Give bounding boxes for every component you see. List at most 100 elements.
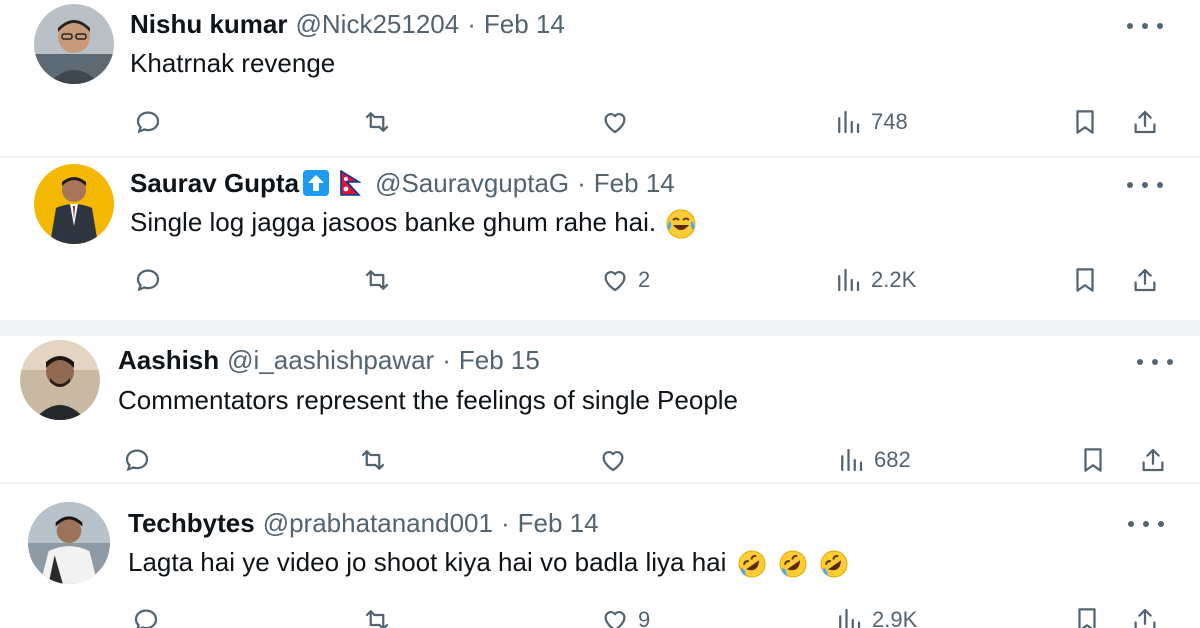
- post-header: Aashish @i_aashishpawar · Feb 15: [118, 345, 540, 375]
- post-card[interactable]: Techbytes @prabhatanand001 · Feb 14 Lagt…: [0, 484, 1200, 628]
- post-date[interactable]: Feb 15: [459, 345, 540, 375]
- views-button[interactable]: 2.9K: [834, 600, 917, 628]
- post-text-content: Lagta hai ye video jo shoot kiya hai vo …: [128, 547, 727, 577]
- author-handle[interactable]: @SauravguptaG: [375, 168, 569, 198]
- reply-icon: [136, 111, 160, 134]
- bookmark-button[interactable]: [1070, 102, 1100, 142]
- views-icon: [841, 448, 863, 472]
- avatar[interactable]: [34, 4, 114, 84]
- more-icon[interactable]: [1127, 175, 1163, 195]
- like-count: 2: [638, 267, 651, 292]
- heart-icon: [602, 451, 624, 472]
- reply-icon: [136, 269, 160, 292]
- avatar[interactable]: [28, 502, 110, 584]
- divider: [0, 320, 1200, 336]
- repost-button[interactable]: [362, 600, 392, 628]
- post-date[interactable]: Feb 14: [518, 508, 599, 538]
- like-button[interactable]: [598, 440, 636, 480]
- repost-button[interactable]: [358, 440, 388, 480]
- avatar-image: [34, 164, 114, 244]
- views-button[interactable]: 748: [833, 102, 908, 142]
- bookmark-icon: [1076, 110, 1094, 134]
- heart-icon: [604, 611, 626, 628]
- repost-icon: [365, 112, 389, 132]
- author-name[interactable]: Aashish: [118, 345, 219, 375]
- reply-button[interactable]: [122, 440, 152, 480]
- views-button[interactable]: 2.2K: [833, 260, 916, 300]
- views-button[interactable]: 682: [836, 440, 911, 480]
- post-date[interactable]: Feb 14: [594, 168, 675, 198]
- bookmark-icon: [1078, 608, 1096, 628]
- nepal-flag-icon: [339, 170, 362, 196]
- views-icon: [838, 110, 860, 134]
- share-button[interactable]: [1130, 102, 1160, 142]
- share-button[interactable]: [1130, 260, 1160, 300]
- action-bar: 748: [0, 102, 1200, 142]
- author-name[interactable]: Techbytes: [128, 508, 255, 538]
- reply-icon: [134, 609, 158, 628]
- action-bar: 682: [0, 440, 1200, 480]
- repost-button[interactable]: [362, 102, 392, 142]
- share-button[interactable]: [1130, 600, 1160, 628]
- like-button[interactable]: 2: [600, 260, 650, 300]
- views-count: 2.2K: [871, 267, 917, 292]
- separator: ·: [577, 168, 586, 198]
- share-icon: [1134, 110, 1156, 134]
- action-bar: 9 2.9K: [0, 600, 1200, 628]
- post-header: Saurav Gupta @SauravguptaG · Feb 14: [130, 168, 675, 198]
- author-name[interactable]: Saurav Gupta: [130, 168, 299, 198]
- action-bar: 2 2.2K: [0, 260, 1200, 300]
- more-icon[interactable]: [1127, 16, 1163, 36]
- heart-icon: [604, 271, 626, 292]
- author-handle[interactable]: @Nick251204: [296, 9, 460, 39]
- rolling-on-floor-laughing-icon: [818, 548, 850, 580]
- reply-button[interactable]: [133, 102, 163, 142]
- heart-icon: [604, 113, 626, 134]
- post-card[interactable]: Nishu kumar @Nick251204 · Feb 14 Khatrna…: [0, 0, 1200, 158]
- avatar-image: [34, 4, 114, 84]
- repost-icon: [365, 610, 389, 628]
- face-with-tears-of-joy-icon: [665, 208, 697, 240]
- separator: ·: [467, 9, 476, 39]
- more-icon[interactable]: [1137, 352, 1173, 372]
- reply-icon: [125, 449, 149, 472]
- share-icon: [1134, 608, 1156, 628]
- author-handle[interactable]: @i_aashishpawar: [227, 345, 434, 375]
- bookmark-icon: [1084, 448, 1102, 472]
- separator: ·: [500, 508, 510, 538]
- like-button[interactable]: 9: [600, 600, 650, 628]
- repost-button[interactable]: [362, 260, 392, 300]
- avatar-image: [28, 502, 110, 584]
- reply-button[interactable]: [133, 260, 163, 300]
- bookmark-button[interactable]: [1078, 440, 1108, 480]
- views-count: 682: [874, 447, 911, 472]
- avatar[interactable]: [20, 340, 100, 420]
- post-text: Commentators represent the feelings of s…: [118, 385, 739, 415]
- post-header: Nishu kumar @Nick251204 · Feb 14: [130, 9, 565, 39]
- views-icon: [839, 608, 861, 628]
- avatar[interactable]: [34, 164, 114, 244]
- post-text: Lagta hai ye video jo shoot kiya hai vo …: [128, 546, 850, 580]
- repost-icon: [365, 270, 389, 290]
- post-card[interactable]: Aashish @i_aashishpawar · Feb 15 Comment…: [0, 336, 1200, 482]
- rolling-on-floor-laughing-icon: [777, 548, 809, 580]
- author-name[interactable]: Nishu kumar: [130, 9, 288, 39]
- post-text: Single log jagga jasoos banke ghum rahe …: [130, 206, 697, 240]
- post-date[interactable]: Feb 14: [484, 9, 565, 39]
- more-icon[interactable]: [1128, 514, 1164, 534]
- repost-icon: [361, 450, 385, 470]
- post-text: Khatrnak revenge: [130, 48, 336, 78]
- reply-button[interactable]: [131, 600, 161, 628]
- bookmark-button[interactable]: [1072, 600, 1102, 628]
- post-card[interactable]: Saurav Gupta @SauravguptaG · Feb 14 Sing…: [0, 158, 1200, 320]
- like-count: 9: [638, 607, 651, 628]
- bookmark-button[interactable]: [1070, 260, 1100, 300]
- bookmark-icon: [1076, 268, 1094, 292]
- share-button[interactable]: [1138, 440, 1168, 480]
- like-button[interactable]: [600, 102, 638, 142]
- views-count: 2.9K: [872, 607, 918, 628]
- separator: ·: [442, 345, 451, 375]
- share-icon: [1142, 448, 1164, 472]
- author-handle[interactable]: @prabhatanand001: [263, 508, 493, 538]
- rolling-on-floor-laughing-icon: [736, 548, 768, 580]
